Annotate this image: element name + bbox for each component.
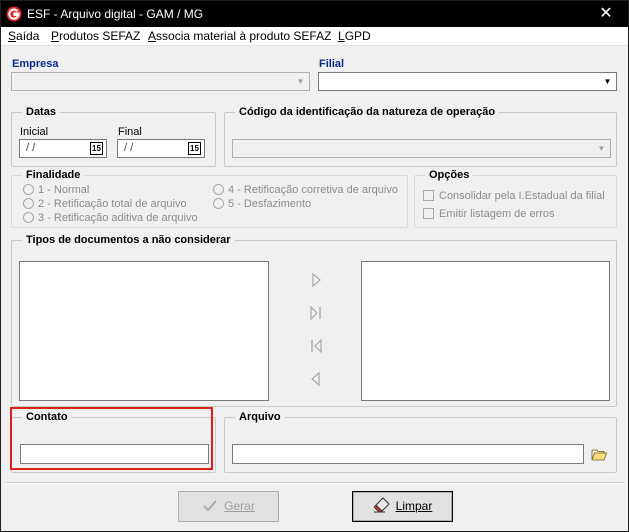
radio-icon[interactable] [23, 198, 34, 209]
menu-label-associa: ssocia material à produto SEFAZ [156, 29, 332, 43]
checkmark-icon [203, 500, 217, 512]
move-right-icon[interactable] [308, 272, 324, 288]
menu-hotkey-s: S [8, 29, 17, 43]
consolidar-label: Consolidar pela I.Estadual da filial [439, 190, 605, 202]
radio-icon[interactable] [23, 184, 34, 195]
chevron-down-icon[interactable]: ▼ [293, 74, 308, 89]
menu-hotkey-p: P [51, 29, 60, 43]
radio-icon[interactable] [213, 198, 224, 209]
inicial-date-field[interactable]: / / 15 [19, 139, 107, 158]
close-button[interactable]: ✕ [584, 1, 628, 27]
final-date-value: / / [124, 142, 134, 154]
finalidade-option-3[interactable]: 3 - Retificação aditiva de arquivo [23, 212, 198, 225]
tipos-legend: Tipos de documentos a não considerar [22, 233, 235, 247]
chevron-down-icon[interactable]: ▼ [600, 74, 615, 89]
finalidade-option-4[interactable]: 4 - Retificação corretiva de arquivo [213, 184, 398, 197]
empresa-label: Empresa [12, 58, 59, 70]
gerar-button[interactable]: Gerar [178, 491, 279, 522]
finalidade-option-label: 5 - Desfazimento [228, 198, 312, 210]
menu-hotkey-l: L [338, 29, 345, 43]
limpar-button[interactable]: Limpar [352, 491, 453, 522]
consolidar-checkbox[interactable]: Consolidar pela I.Estadual da filial [423, 190, 605, 203]
finalidade-option-5[interactable]: 5 - Desfazimento [213, 198, 311, 211]
gerar-button-label: Gerar [224, 499, 255, 513]
final-label: Final [118, 126, 142, 138]
chevron-down-icon[interactable]: ▼ [594, 141, 609, 156]
finalidade-option-label: 1 - Normal [38, 184, 90, 196]
radio-icon[interactable] [23, 212, 34, 223]
inicial-label: Inicial [20, 126, 49, 138]
finalidade-legend: Finalidade [22, 168, 85, 182]
excluded-types-list[interactable] [361, 261, 610, 401]
menu-item-lgpd[interactable]: LGPD [338, 29, 371, 44]
menu-label-saida: aída [16, 29, 40, 43]
menu-label-lgpd: GPD [344, 29, 371, 43]
app-logo-icon [6, 6, 22, 22]
menu-item-associa-material[interactable]: Associa material à produto SEFAZ [148, 29, 331, 44]
calendar-icon[interactable]: 15 [90, 142, 103, 155]
eraser-brush-icon [373, 497, 390, 513]
title-bar: ESF - Arquivo digital - GAM / MG ✕ [1, 1, 628, 27]
window-title: ESF - Arquivo digital - GAM / MG [27, 7, 204, 21]
inicial-date-value: / / [26, 142, 36, 154]
empresa-select[interactable]: ▼ [11, 72, 310, 91]
app-window: ESF - Arquivo digital - GAM / MG ✕ Saída… [0, 0, 629, 532]
menu-label-produtos: rodutos SEFAZ [59, 29, 141, 43]
footer-separator [6, 482, 623, 484]
contato-highlight-box [10, 407, 213, 470]
move-all-left-icon[interactable] [308, 338, 324, 354]
checkbox-icon[interactable] [423, 208, 434, 219]
datas-legend: Datas [22, 105, 60, 119]
limpar-button-label: Limpar [395, 499, 433, 513]
calendar-icon[interactable]: 15 [188, 142, 201, 155]
move-all-right-icon[interactable] [308, 305, 324, 321]
menu-item-produtos-sefaz[interactable]: Produtos SEFAZ [51, 29, 140, 44]
emitir-listagem-checkbox[interactable]: Emitir listagem de erros [423, 208, 555, 221]
opcoes-legend: Opções [425, 168, 474, 182]
codigo-select[interactable]: ▼ [232, 139, 611, 158]
menu-bar: Saída Produtos SEFAZ Associa material à … [1, 27, 628, 46]
arquivo-input[interactable] [232, 444, 584, 464]
finalidade-option-label: 2 - Retificação total de arquivo [38, 198, 187, 210]
finalidade-option-1[interactable]: 1 - Normal [23, 184, 89, 197]
arquivo-legend: Arquivo [235, 410, 285, 424]
radio-icon[interactable] [213, 184, 224, 195]
filial-label: Filial [319, 58, 345, 70]
folder-open-icon[interactable] [591, 448, 607, 461]
filial-select[interactable]: ▼ [318, 72, 617, 91]
final-date-field[interactable]: / / 15 [117, 139, 205, 158]
finalidade-option-label: 4 - Retificação corretiva de arquivo [228, 184, 398, 196]
codigo-legend: Código da identificação da natureza de o… [235, 105, 500, 119]
checkbox-icon[interactable] [423, 190, 434, 201]
available-types-list[interactable] [19, 261, 269, 401]
finalidade-option-label: 3 - Retificação aditiva de arquivo [38, 212, 198, 224]
emitir-listagem-label: Emitir listagem de erros [439, 208, 555, 220]
menu-item-saida[interactable]: Saída [8, 29, 39, 44]
menu-hotkey-a: A [148, 29, 157, 43]
finalidade-option-2[interactable]: 2 - Retificação total de arquivo [23, 198, 187, 211]
move-left-icon[interactable] [308, 371, 324, 387]
